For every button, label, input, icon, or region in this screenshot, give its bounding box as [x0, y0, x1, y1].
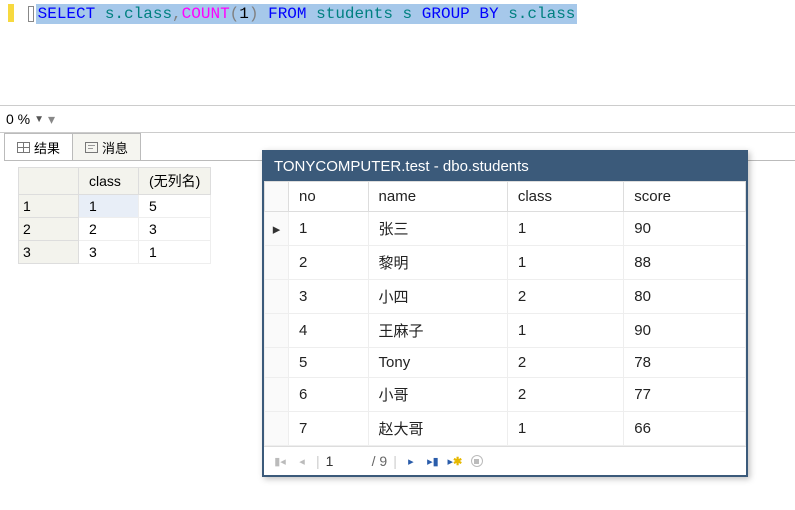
- cell-count[interactable]: 1: [139, 241, 211, 264]
- cell-class[interactable]: 2: [79, 218, 139, 241]
- cell-name[interactable]: 小四: [368, 280, 507, 314]
- cell-no[interactable]: 5: [289, 348, 369, 378]
- kw-from: FROM: [259, 5, 307, 23]
- cell-score[interactable]: 90: [624, 314, 746, 348]
- cell-class[interactable]: 2: [507, 378, 623, 412]
- data-window[interactable]: TONYCOMPUTER.test - dbo.students no name…: [262, 150, 748, 477]
- tab-results-label: 结果: [34, 138, 60, 157]
- dw-col-no[interactable]: no: [289, 182, 369, 212]
- cell-name[interactable]: 赵大哥: [368, 412, 507, 446]
- cell-class[interactable]: 1: [79, 195, 139, 218]
- nav-position-input[interactable]: [326, 453, 366, 469]
- dw-corner: [265, 182, 289, 212]
- cell-class[interactable]: 1: [507, 314, 623, 348]
- sql-editor[interactable]: SELECT s.class,COUNT(1) FROM students s …: [0, 0, 795, 105]
- cell-score[interactable]: 88: [624, 246, 746, 280]
- cell-name[interactable]: 小哥: [368, 378, 507, 412]
- cell-name[interactable]: 王麻子: [368, 314, 507, 348]
- grid-icon: [17, 142, 30, 153]
- row-number[interactable]: 2: [19, 218, 79, 241]
- dw-col-score[interactable]: score: [624, 182, 746, 212]
- tbl-students: students: [316, 5, 393, 23]
- row-marker: [265, 280, 289, 314]
- dw-col-name[interactable]: name: [368, 182, 507, 212]
- col-header-noname[interactable]: (无列名): [139, 168, 211, 195]
- zoom-handle-icon[interactable]: ▾: [48, 111, 55, 128]
- tab-messages[interactable]: 消息: [72, 133, 141, 160]
- cell-score[interactable]: 66: [624, 412, 746, 446]
- table-row[interactable]: 4王麻子190: [265, 314, 746, 348]
- cell-score[interactable]: 80: [624, 280, 746, 314]
- cell-no[interactable]: 3: [289, 280, 369, 314]
- table-row[interactable]: 2黎明188: [265, 246, 746, 280]
- cell-name[interactable]: 张三: [368, 212, 507, 246]
- nav-first-icon[interactable]: ▮◂: [272, 453, 288, 469]
- cell-score[interactable]: 77: [624, 378, 746, 412]
- zoom-value: 0 %: [6, 111, 30, 127]
- cell-no[interactable]: 2: [289, 246, 369, 280]
- result-row[interactable]: 331: [19, 241, 211, 264]
- cell-name[interactable]: Tony: [368, 348, 507, 378]
- col-header-class[interactable]: class: [79, 168, 139, 195]
- col-class: s.class: [105, 5, 172, 23]
- cell-no[interactable]: 7: [289, 412, 369, 446]
- cell-count[interactable]: 5: [139, 195, 211, 218]
- cell-no[interactable]: 1: [289, 212, 369, 246]
- cell-class[interactable]: 2: [507, 348, 623, 378]
- nav-prev-icon[interactable]: ◂: [294, 453, 310, 469]
- record-navigator: ▮◂ ◂ | / 9 | ▸ ▸▮ ▸✱: [264, 446, 746, 475]
- tab-messages-label: 消息: [102, 138, 128, 157]
- rowheader-corner: [19, 168, 79, 195]
- row-marker: [265, 246, 289, 280]
- cell-name[interactable]: 黎明: [368, 246, 507, 280]
- table-row[interactable]: 3小四280: [265, 280, 746, 314]
- message-icon: [85, 142, 98, 153]
- row-marker: ▸: [265, 212, 289, 246]
- cell-class[interactable]: 1: [507, 412, 623, 446]
- row-marker: [265, 348, 289, 378]
- cell-class[interactable]: 2: [507, 280, 623, 314]
- kw-groupby: GROUP BY: [422, 5, 499, 23]
- data-grid[interactable]: no name class score ▸1张三1902黎明1883小四2804…: [264, 181, 746, 446]
- row-marker: [265, 412, 289, 446]
- cell-class[interactable]: 1: [507, 212, 623, 246]
- cell-score[interactable]: 78: [624, 348, 746, 378]
- nav-stop-icon[interactable]: [469, 453, 485, 469]
- row-marker: [265, 378, 289, 412]
- cell-score[interactable]: 90: [624, 212, 746, 246]
- table-row[interactable]: ▸1张三190: [265, 212, 746, 246]
- tab-results[interactable]: 结果: [4, 133, 73, 160]
- cell-count[interactable]: 3: [139, 218, 211, 241]
- nav-total: / 9: [372, 453, 388, 469]
- sql-text[interactable]: SELECT s.class,COUNT(1) FROM students s …: [36, 4, 578, 24]
- cell-class[interactable]: 1: [507, 246, 623, 280]
- fn-count: COUNT: [182, 5, 230, 23]
- cell-no[interactable]: 6: [289, 378, 369, 412]
- table-row[interactable]: 6小哥277: [265, 378, 746, 412]
- cell-class[interactable]: 3: [79, 241, 139, 264]
- cell-no[interactable]: 4: [289, 314, 369, 348]
- chevron-down-icon[interactable]: ▼: [34, 114, 44, 125]
- nav-sep: |: [316, 453, 320, 469]
- zoom-bar: 0 % ▼ ▾: [0, 105, 795, 133]
- cursor-icon: [28, 6, 34, 22]
- result-row[interactable]: 223: [19, 218, 211, 241]
- kw-select: SELECT: [38, 5, 96, 23]
- row-marker: [265, 314, 289, 348]
- dw-col-class[interactable]: class: [507, 182, 623, 212]
- nav-new-icon[interactable]: ▸✱: [447, 453, 463, 469]
- nav-next-icon[interactable]: ▸: [403, 453, 419, 469]
- gutter-marker-icon: [8, 4, 14, 22]
- nav-sep2: |: [393, 453, 397, 469]
- nav-last-icon[interactable]: ▸▮: [425, 453, 441, 469]
- result-row[interactable]: 115: [19, 195, 211, 218]
- data-window-title[interactable]: TONYCOMPUTER.test - dbo.students: [264, 152, 746, 181]
- table-row[interactable]: 5Tony278: [265, 348, 746, 378]
- table-row[interactable]: 7赵大哥166: [265, 412, 746, 446]
- row-number[interactable]: 3: [19, 241, 79, 264]
- row-number[interactable]: 1: [19, 195, 79, 218]
